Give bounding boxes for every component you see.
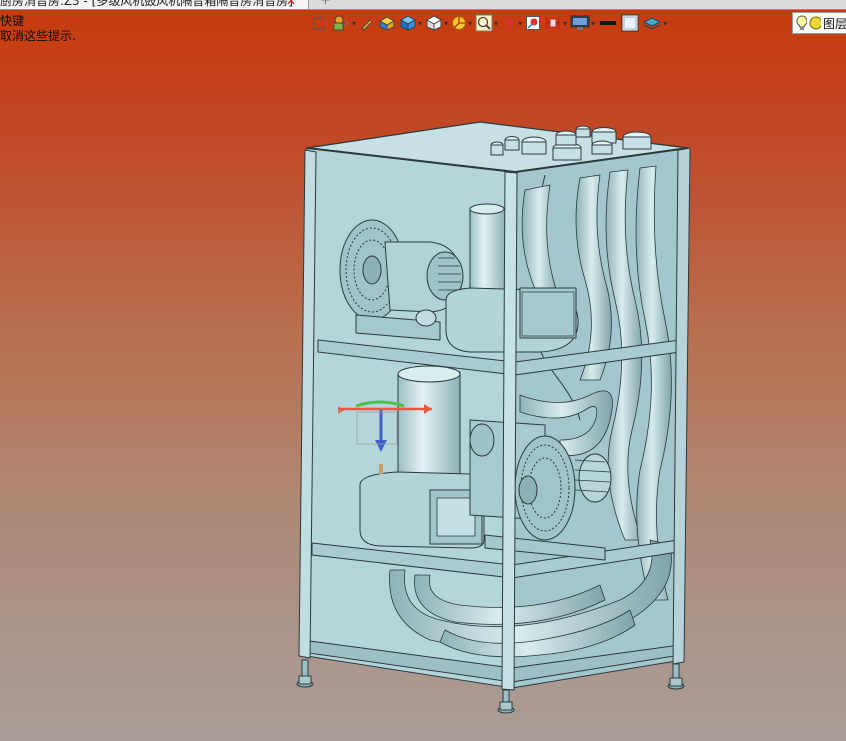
select-icon[interactable] <box>525 12 541 34</box>
layer-label: 图层 <box>822 16 846 31</box>
light-layer-panel[interactable]: 图层 <box>792 12 846 34</box>
lightbulb-icon[interactable] <box>796 15 807 31</box>
cube-icon[interactable]: ▾ <box>399 12 422 34</box>
clip-plane-icon[interactable]: ▾ <box>544 12 567 34</box>
chevron-down-icon[interactable]: ▾ <box>591 19 595 28</box>
white-cube-icon[interactable]: ▾ <box>425 12 448 34</box>
shaded-box-icon[interactable] <box>378 12 396 34</box>
chevron-down-icon[interactable]: ▾ <box>444 19 448 28</box>
tab-bar: 厨房消音房.Z3 - [多级风机鼓风机隔音箱隔音房消音房] ✕ + <box>0 0 846 10</box>
pen-icon[interactable] <box>359 12 375 34</box>
render-mode-icon[interactable]: ▾ <box>451 12 472 34</box>
chevron-down-icon[interactable]: ▾ <box>663 19 667 28</box>
document-tab[interactable]: 厨房消音房.Z3 - [多级风机鼓风机隔音箱隔音房消音房] ✕ <box>0 0 309 9</box>
chevron-down-icon[interactable]: ▾ <box>494 19 498 28</box>
exit-icon[interactable] <box>312 12 328 34</box>
chevron-down-icon[interactable]: ▾ <box>563 19 567 28</box>
hint-line-1: 快键 <box>0 14 25 28</box>
chevron-down-icon[interactable]: ▾ <box>418 19 422 28</box>
yellow-circle-icon[interactable] <box>809 16 821 30</box>
zoom-icon[interactable]: ▾ <box>475 12 498 34</box>
close-icon[interactable]: ✕ <box>286 0 296 9</box>
new-tab-icon[interactable]: + <box>320 0 331 8</box>
black-color-icon[interactable] <box>598 12 618 34</box>
model-viewport[interactable] <box>0 36 846 741</box>
chevron-down-icon[interactable]: ▾ <box>468 19 472 28</box>
layer-icon[interactable]: ▾ <box>642 12 667 34</box>
display-icon[interactable]: ▾ <box>570 12 595 34</box>
view-toolbar: ▾ ▾ ▾ ▾ ▾ ▾ ▾ ▾ ▾ <box>312 11 846 35</box>
enclosure-model[interactable] <box>296 121 691 714</box>
chevron-down-icon[interactable]: ▾ <box>352 19 356 28</box>
frame-post <box>501 171 518 691</box>
white-color-icon[interactable] <box>621 12 639 34</box>
shape-toggle-icon[interactable]: ▾ <box>331 12 356 34</box>
chevron-down-icon[interactable]: ▾ <box>518 19 522 28</box>
document-tab-title: 厨房消音房.Z3 - [多级风机鼓风机隔音箱隔音房消音房] <box>0 0 293 8</box>
pan-icon[interactable]: ▾ <box>501 12 522 34</box>
